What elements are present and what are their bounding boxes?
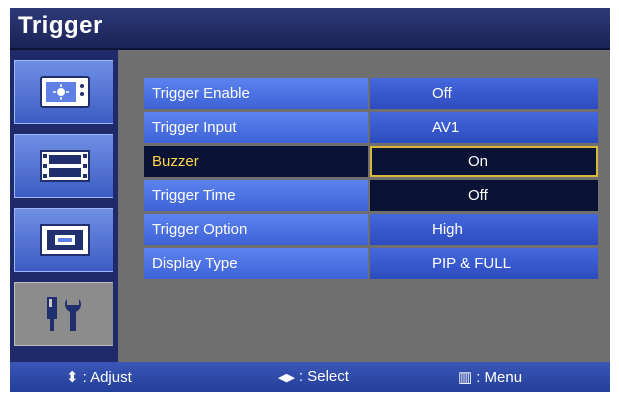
- adjust-hint: ⬍: Adjust: [66, 368, 132, 386]
- menu-icon: ▥: [458, 369, 473, 386]
- row-label: Trigger Enable: [144, 78, 368, 109]
- row-label: Trigger Input: [144, 112, 368, 143]
- row-value[interactable]: Off: [370, 78, 598, 109]
- menu-row-trigger-enable[interactable]: Trigger Enable Off: [144, 78, 598, 109]
- menu-label: : Menu: [476, 369, 523, 386]
- left-right-arrows-icon: ◀▶: [278, 372, 295, 384]
- sidebar-tab-picture[interactable]: [14, 60, 113, 124]
- row-value[interactable]: On: [370, 146, 598, 177]
- page-title: Trigger: [18, 12, 103, 39]
- select-label: : Select: [298, 368, 349, 385]
- row-label: Display Type: [144, 248, 368, 279]
- row-value[interactable]: PIP & FULL: [370, 248, 598, 279]
- osd-window: Trigger Trigger Enable Off Trigger Input…: [0, 0, 619, 396]
- row-value[interactable]: AV1: [370, 112, 598, 143]
- key-hint-bar: ⬍: Adjust ◀▶: Select ▥: Menu: [10, 362, 610, 392]
- menu-row-buzzer[interactable]: Buzzer On: [144, 146, 598, 177]
- menu-hint: ▥: Menu: [458, 368, 522, 386]
- settings-menu: Trigger Enable Off Trigger Input AV1 Buz…: [144, 78, 598, 282]
- tools-icon: [47, 297, 81, 331]
- sidebar-tab-pip[interactable]: [14, 208, 113, 272]
- row-label: Buzzer: [144, 146, 368, 177]
- row-label: Trigger Time: [144, 180, 368, 211]
- up-down-arrows-icon: ⬍: [66, 369, 79, 386]
- adjust-label: : Adjust: [82, 369, 132, 386]
- menu-row-display-type[interactable]: Display Type PIP & FULL: [144, 248, 598, 279]
- menu-row-trigger-input[interactable]: Trigger Input AV1: [144, 112, 598, 143]
- select-hint: ◀▶: Select: [278, 368, 349, 385]
- picture-icon: [40, 76, 90, 108]
- film-icon: [40, 150, 90, 182]
- title-bar: Trigger: [10, 8, 610, 50]
- sidebar-tab-setup[interactable]: [14, 282, 113, 346]
- row-label: Trigger Option: [144, 214, 368, 245]
- sidebar: [10, 50, 118, 362]
- menu-body: Trigger Enable Off Trigger Input AV1 Buz…: [10, 50, 610, 362]
- row-value[interactable]: Off: [370, 180, 598, 211]
- menu-row-trigger-time[interactable]: Trigger Time Off: [144, 180, 598, 211]
- menu-row-trigger-option[interactable]: Trigger Option High: [144, 214, 598, 245]
- sidebar-tab-video[interactable]: [14, 134, 113, 198]
- row-value[interactable]: High: [370, 214, 598, 245]
- pip-icon: [40, 224, 90, 256]
